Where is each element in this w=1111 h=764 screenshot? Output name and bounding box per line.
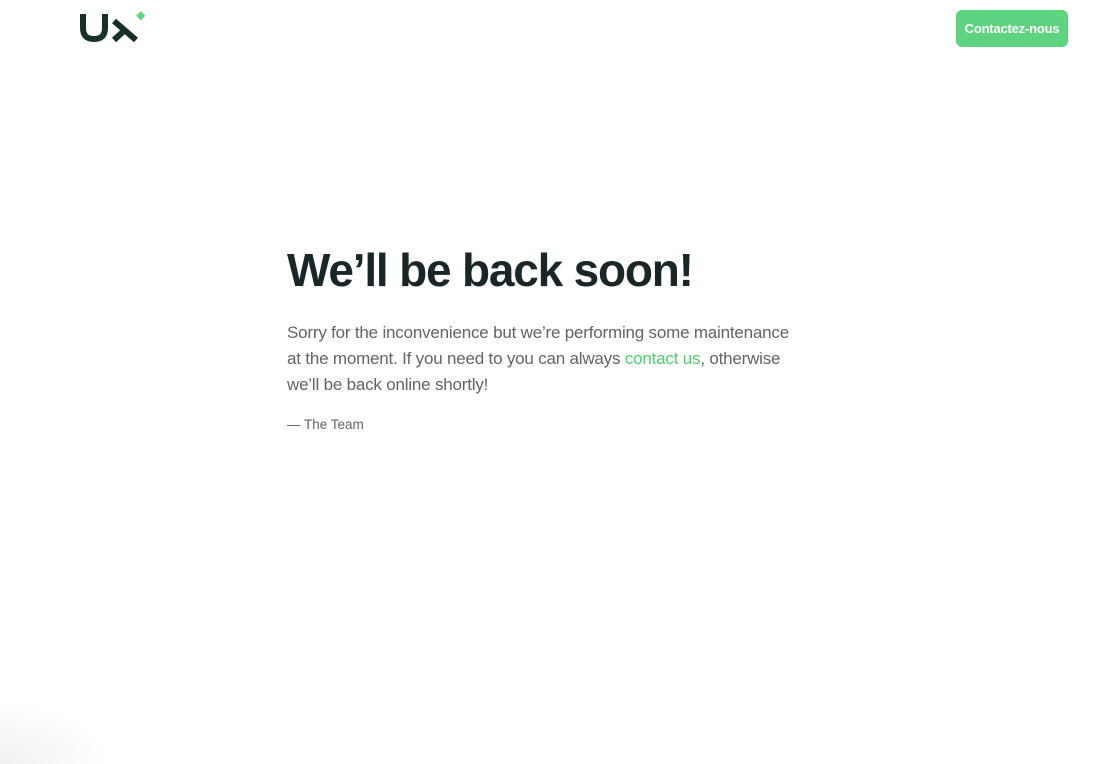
- ux-logo-icon[interactable]: [79, 11, 147, 43]
- contact-us-link[interactable]: contact us: [625, 349, 701, 368]
- maintenance-page: Contactez-nous We’ll be back soon! Sorry…: [0, 0, 1111, 764]
- maintenance-message: Sorry for the inconvenience but we’re pe…: [287, 320, 799, 397]
- corner-shadow: [0, 704, 110, 764]
- maintenance-content: We’ll be back soon! Sorry for the inconv…: [287, 240, 807, 435]
- contact-us-button[interactable]: Contactez-nous: [956, 10, 1068, 47]
- page-title: We’ll be back soon!: [287, 244, 694, 296]
- team-signature: — The Team: [287, 417, 364, 433]
